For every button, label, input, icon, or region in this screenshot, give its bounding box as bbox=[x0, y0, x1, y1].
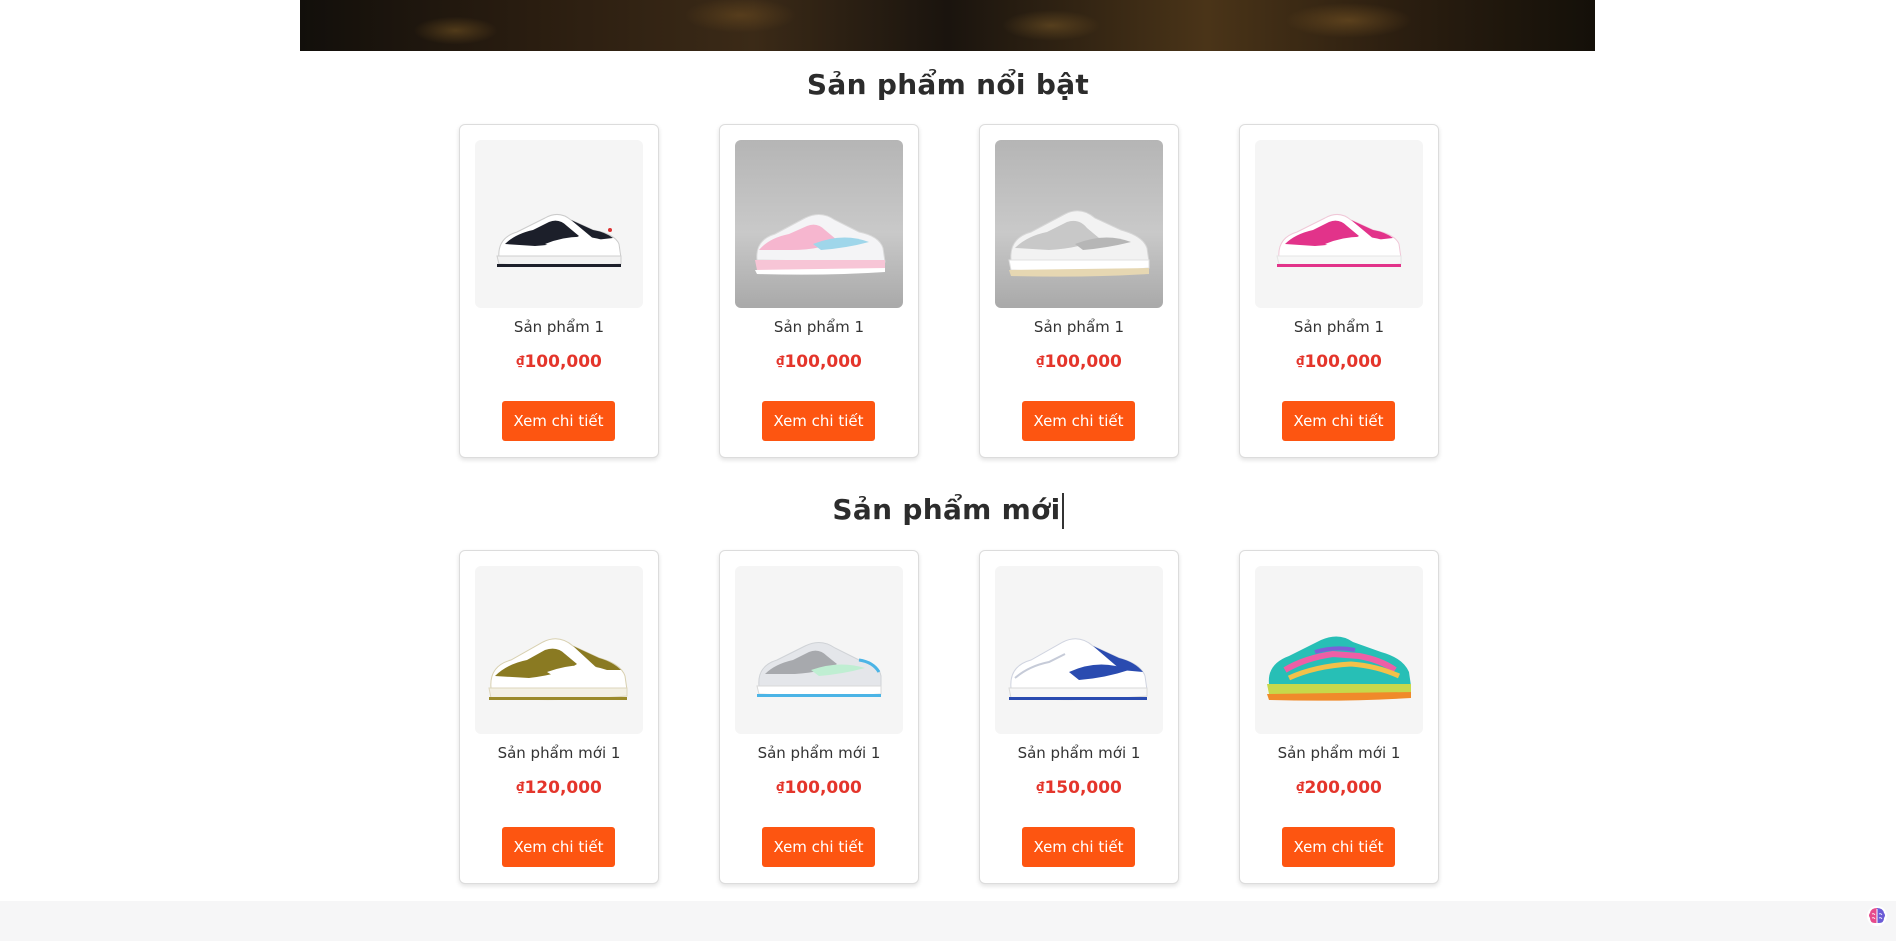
product-name: Sản phẩm 1 bbox=[1293, 318, 1385, 336]
text-cursor bbox=[1061, 493, 1064, 529]
product-name: Sản phẩm mới 1 bbox=[757, 744, 881, 762]
featured-product-grid: Sản phẩm 1 ₫100,000 Xem chi tiết Sản phẩ… bbox=[459, 124, 1439, 458]
product-price: ₫150,000 bbox=[1036, 778, 1122, 798]
product-name: Sản phẩm mới 1 bbox=[497, 744, 621, 762]
product-card[interactable]: Sản phẩm 1 ₫100,000 Xem chi tiết bbox=[459, 124, 659, 458]
view-details-button[interactable]: Xem chi tiết bbox=[762, 401, 875, 441]
product-card[interactable]: Sản phẩm mới 1 ₫120,000 Xem chi tiết bbox=[459, 550, 659, 884]
sneaker-icon bbox=[756, 642, 882, 697]
product-image[interactable] bbox=[1255, 566, 1423, 734]
product-image[interactable] bbox=[475, 140, 643, 308]
view-details-button[interactable]: Xem chi tiết bbox=[1022, 401, 1135, 441]
sneaker-icon bbox=[1276, 214, 1402, 267]
sneaker-icon bbox=[1267, 636, 1411, 701]
product-name: Sản phẩm 1 bbox=[513, 318, 605, 336]
view-details-button[interactable]: Xem chi tiết bbox=[1282, 401, 1395, 441]
product-price: ₫100,000 bbox=[776, 778, 862, 798]
product-name: Sản phẩm 1 bbox=[1033, 318, 1125, 336]
view-details-button[interactable]: Xem chi tiết bbox=[502, 401, 615, 441]
product-price: ₫100,000 bbox=[516, 352, 602, 372]
view-details-button[interactable]: Xem chi tiết bbox=[502, 827, 615, 867]
product-image[interactable] bbox=[995, 140, 1163, 308]
product-price: ₫200,000 bbox=[1296, 778, 1382, 798]
view-details-button[interactable]: Xem chi tiết bbox=[762, 827, 875, 867]
product-name: Sản phẩm mới 1 bbox=[1017, 744, 1141, 762]
sneaker-icon bbox=[755, 214, 886, 275]
product-price: ₫120,000 bbox=[516, 778, 602, 798]
sneaker-icon bbox=[496, 214, 622, 267]
view-details-button[interactable]: Xem chi tiết bbox=[1282, 827, 1395, 867]
product-price: ₫100,000 bbox=[1036, 352, 1122, 372]
featured-section-title: Sản phẩm nổi bật bbox=[806, 68, 1090, 101]
product-price: ₫100,000 bbox=[1296, 352, 1382, 372]
product-name: Sản phẩm mới 1 bbox=[1277, 744, 1401, 762]
product-image[interactable] bbox=[1255, 140, 1423, 308]
product-image[interactable] bbox=[735, 566, 903, 734]
footer bbox=[0, 901, 1896, 941]
product-image[interactable] bbox=[475, 566, 643, 734]
sneaker-icon bbox=[1008, 638, 1148, 701]
product-card[interactable]: Sản phẩm mới 1 ₫150,000 Xem chi tiết bbox=[979, 550, 1179, 884]
view-details-button[interactable]: Xem chi tiết bbox=[1022, 827, 1135, 867]
product-card[interactable]: Sản phẩm mới 1 ₫100,000 Xem chi tiết bbox=[719, 550, 919, 884]
sneaker-icon bbox=[488, 638, 628, 701]
product-card[interactable]: Sản phẩm 1 ₫100,000 Xem chi tiết bbox=[1239, 124, 1439, 458]
product-image[interactable] bbox=[735, 140, 903, 308]
brain-assistant-icon[interactable] bbox=[1866, 905, 1888, 927]
new-product-grid: Sản phẩm mới 1 ₫120,000 Xem chi tiết Sản… bbox=[459, 550, 1439, 884]
sneaker-icon bbox=[1008, 210, 1150, 277]
product-price: ₫100,000 bbox=[776, 352, 862, 372]
product-card[interactable]: Sản phẩm 1 ₫100,000 Xem chi tiết bbox=[979, 124, 1179, 458]
product-card[interactable]: Sản phẩm 1 ₫100,000 Xem chi tiết bbox=[719, 124, 919, 458]
product-name: Sản phẩm 1 bbox=[773, 318, 865, 336]
new-products-section-title: Sản phẩm mới bbox=[0, 493, 1896, 529]
product-card[interactable]: Sản phẩm mới 1 ₫200,000 Xem chi tiết bbox=[1239, 550, 1439, 884]
hero-banner bbox=[300, 0, 1595, 51]
product-image[interactable] bbox=[995, 566, 1163, 734]
